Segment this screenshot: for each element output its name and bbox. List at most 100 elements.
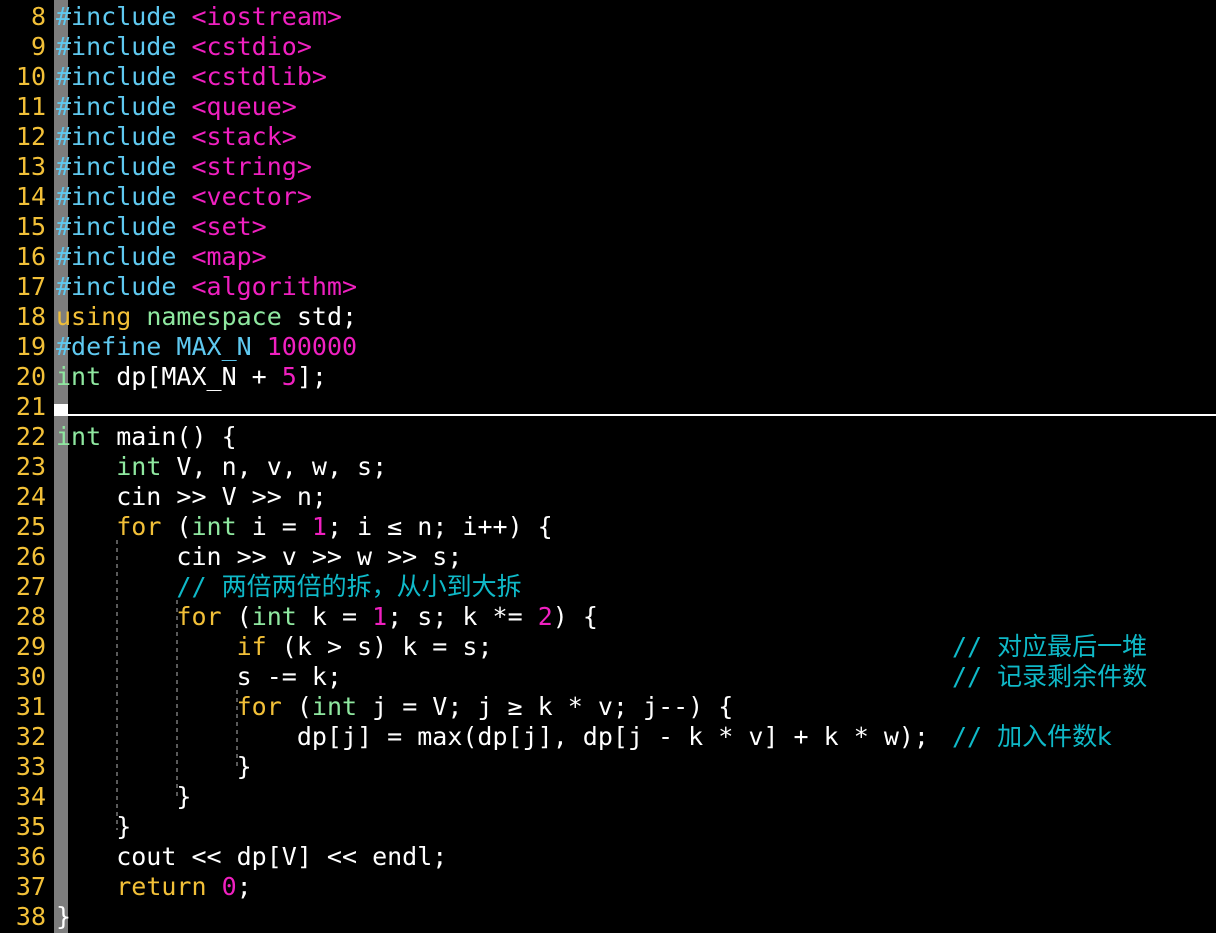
code-line[interactable]: 9 #include <cstdio> — [0, 32, 1216, 62]
code-line[interactable]: 27 // 两倍两倍的拆，从小到大拆 — [0, 572, 1216, 602]
token: #include — [56, 152, 192, 181]
line-code-text[interactable]: cout << dp[V] << endl; — [56, 842, 447, 872]
line-code-text[interactable]: // 两倍两倍的拆，从小到大拆 — [56, 572, 521, 602]
token: MAX_N — [176, 332, 267, 361]
code-line[interactable]: 18 using namespace std; — [0, 302, 1216, 332]
line-code-text[interactable]: } — [56, 752, 252, 782]
code-line[interactable]: 29 if (k > s) k = s; // 对应最后一堆 — [0, 632, 1216, 662]
token: <stack> — [191, 122, 297, 151]
line-number: 18 — [15, 302, 46, 331]
code-line[interactable]: 28 for (int k = 1; s; k *= 2) { — [0, 602, 1216, 632]
code-editor-viewport[interactable]: 8 #include <iostream> 9 #include <cstdio> 10… — [0, 0, 1216, 933]
code-line[interactable]: 30 s -= k; // 记录剩余件数 — [0, 662, 1216, 692]
line-code-text[interactable]: return 0; — [56, 872, 252, 902]
line-number: 11 — [15, 92, 46, 121]
line-code-text[interactable]: #include <queue> — [56, 92, 297, 122]
code-line[interactable]: 36 cout << dp[V] << endl; — [0, 842, 1216, 872]
code-line[interactable]: 26 cin >> v >> w >> s; — [0, 542, 1216, 572]
code-line[interactable]: 31 for (int j = V; j ≥ k * v; j--) { — [0, 692, 1216, 722]
code-line[interactable]: 10 #include <cstdlib> — [0, 62, 1216, 92]
line-number: 32 — [15, 722, 46, 751]
token: dp[j] = max(dp[j], dp[j - k * v] + k * w… — [56, 722, 929, 751]
line-code-text[interactable]: #include <cstdio> — [56, 32, 312, 62]
code-line[interactable]: 19 #define MAX_N 100000 — [0, 332, 1216, 362]
line-code-text[interactable]: using namespace std; — [56, 302, 357, 332]
line-code-text[interactable]: } — [56, 782, 191, 812]
token: 2 — [537, 602, 553, 631]
line-code-text[interactable]: #include <algorithm> — [56, 272, 357, 302]
line-code-text[interactable]: for (int j = V; j ≥ k * v; j--) { — [56, 692, 734, 722]
comment-slashes: // — [952, 632, 998, 661]
code-line[interactable]: 25 for (int i = 1; i ≤ n; i++) { — [0, 512, 1216, 542]
line-code-text[interactable]: } — [56, 902, 71, 932]
token: 100000 — [266, 332, 358, 361]
token: std; — [281, 302, 358, 331]
code-line[interactable]: 16 #include <map> — [0, 242, 1216, 272]
code-line[interactable]: 35 } — [0, 812, 1216, 842]
token: for — [236, 692, 282, 721]
code-line[interactable]: 17 #include <algorithm> — [0, 272, 1216, 302]
code-line[interactable]: 23 int V, n, v, w, s; — [0, 452, 1216, 482]
code-line[interactable]: 21 — [0, 392, 1216, 422]
line-code-text[interactable]: int main() { — [56, 422, 237, 452]
line-number: 28 — [15, 602, 46, 631]
token: cin >> v >> w >> s; — [56, 542, 463, 571]
token: 0 — [221, 872, 237, 901]
line-code-text[interactable]: cin >> V >> n; — [56, 482, 327, 512]
line-code-text[interactable]: #include <cstdlib> — [56, 62, 327, 92]
token: return — [116, 872, 207, 901]
line-number: 35 — [15, 812, 46, 841]
token: <algorithm> — [191, 272, 358, 301]
line-code-text[interactable]: for (int k = 1; s; k *= 2) { — [56, 602, 597, 632]
token: main() { — [101, 422, 237, 451]
token: 1 — [311, 512, 327, 541]
token: <string> — [191, 152, 312, 181]
code-line[interactable]: 15 #include <set> — [0, 212, 1216, 242]
line-code-text[interactable]: #include <stack> — [56, 122, 297, 152]
line-number: 25 — [15, 512, 46, 541]
line-code-text[interactable]: s -= k; — [56, 662, 342, 692]
line-number: 12 — [15, 122, 46, 151]
code-line[interactable]: 13 #include <string> — [0, 152, 1216, 182]
line-number: 8 — [30, 2, 46, 31]
code-line[interactable]: 8 #include <iostream> — [0, 2, 1216, 32]
code-line[interactable]: 20 int dp[MAX_N + 5]; — [0, 362, 1216, 392]
token: int — [56, 362, 102, 391]
line-code-text[interactable]: cin >> v >> w >> s; — [56, 542, 462, 572]
code-line[interactable]: 12 #include <stack> — [0, 122, 1216, 152]
line-code-text[interactable]: if (k > s) k = s; — [56, 632, 493, 662]
code-line[interactable]: 22 int main() { — [0, 422, 1216, 452]
line-code-text[interactable]: #include <set> — [56, 212, 267, 242]
line-number: 27 — [15, 572, 46, 601]
line-number: 20 — [15, 362, 46, 391]
line-code-text[interactable]: #define MAX_N 100000 — [56, 332, 357, 362]
token: dp[MAX_N + — [101, 362, 282, 391]
code-line[interactable]: 24 cin >> V >> n; — [0, 482, 1216, 512]
token: ; i ≤ n; i++) { — [326, 512, 553, 541]
line-number: 24 — [15, 482, 46, 511]
line-code-text[interactable]: #include <iostream> — [56, 2, 342, 32]
line-code-text[interactable]: #include <vector> — [56, 182, 312, 212]
code-line[interactable]: 38} — [0, 902, 1216, 932]
token: (k > s) k = s; — [266, 632, 493, 661]
line-code-text[interactable]: } — [56, 812, 131, 842]
line-code-text[interactable]: #include <string> — [56, 152, 312, 182]
token: #include — [56, 122, 192, 151]
code-line[interactable]: 14 #include <vector> — [0, 182, 1216, 212]
token: 1 — [372, 602, 388, 631]
code-line[interactable]: 32 dp[j] = max(dp[j], dp[j - k * v] + k … — [0, 722, 1216, 752]
code-line[interactable]: 33 } — [0, 752, 1216, 782]
trailing-comment: // 对应最后一堆 — [952, 632, 1147, 662]
line-code-text[interactable]: int dp[MAX_N + 5]; — [56, 362, 327, 392]
line-code-text[interactable]: int V, n, v, w, s; — [56, 452, 387, 482]
line-code-text[interactable]: dp[j] = max(dp[j], dp[j - k * v] + k * w… — [56, 722, 929, 752]
token: #include — [56, 272, 192, 301]
line-number: 30 — [15, 662, 46, 691]
code-line[interactable]: 37 return 0; — [0, 872, 1216, 902]
code-line[interactable]: 34 } — [0, 782, 1216, 812]
line-code-text[interactable]: for (int i = 1; i ≤ n; i++) { — [56, 512, 553, 542]
code-line[interactable]: 11 #include <queue> — [0, 92, 1216, 122]
line-code-text[interactable]: #include <map> — [56, 242, 267, 272]
